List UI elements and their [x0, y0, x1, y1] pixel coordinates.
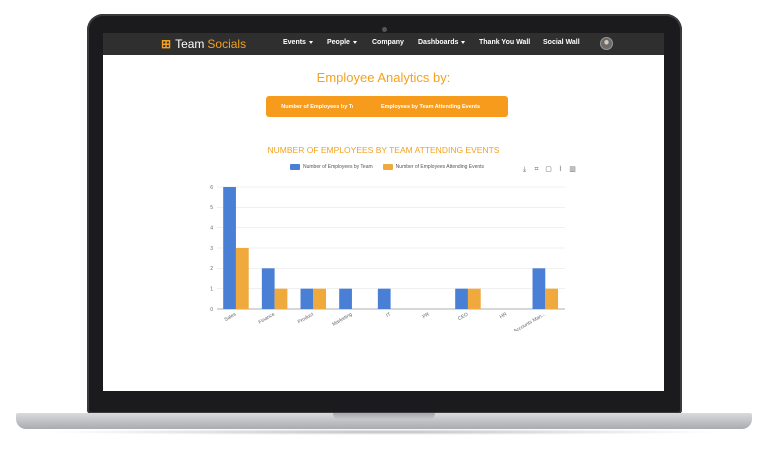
y-tick-label: 6 — [210, 185, 213, 191]
x-tick-label: Finance — [258, 311, 277, 325]
nav-social-wall[interactable]: Social Wall — [543, 39, 580, 46]
bar-attending[interactable] — [313, 288, 327, 309]
bar-team[interactable] — [339, 288, 352, 309]
nav-events[interactable]: Events — [283, 39, 313, 46]
bar-attending[interactable] — [235, 248, 249, 309]
screen: ⊞ Team Socials Events People Company Das… — [103, 33, 664, 391]
bar-team[interactable] — [455, 288, 468, 309]
bar-chart: 0 1 2 3 4 5 6 Sales Finance Product Marketing IT PR C… — [210, 185, 565, 331]
legend-swatch — [290, 164, 300, 170]
top-navbar: ⊞ Team Socials Events People Company Das… — [103, 33, 664, 55]
y-tick-label: 0 — [210, 307, 213, 313]
nav-people[interactable]: People — [327, 39, 357, 46]
restore-icon[interactable]: ▢ — [545, 166, 552, 173]
y-tick-label: 2 — [210, 266, 213, 272]
chevron-down-icon — [352, 40, 357, 44]
employees-attending-button[interactable]: Employees by Team Attending Events — [353, 96, 508, 117]
x-tick-label: CEO — [457, 311, 469, 322]
bar-attending[interactable] — [467, 288, 481, 309]
bar-team[interactable] — [261, 268, 275, 309]
nav-dashboards[interactable]: Dashboards — [418, 39, 466, 46]
camera — [382, 27, 387, 32]
x-tick-label: Accounts Man... — [513, 312, 547, 331]
line-chart-icon[interactable]: ⌇ — [557, 166, 564, 173]
legend-label: Number of Employees by Team — [303, 164, 373, 170]
laptop-mockup: ⊞ Team Socials Events People Company Das… — [0, 0, 768, 461]
nav-thank-you-wall[interactable]: Thank You Wall — [479, 39, 530, 46]
legend-item-team[interactable]: Number of Employees by Team — [290, 164, 373, 170]
x-tick-label: PR — [422, 311, 431, 320]
y-tick-label: 1 — [210, 286, 213, 292]
legend-item-attending[interactable]: Number of Employees Attending Events — [382, 164, 485, 170]
bar-attending[interactable] — [545, 288, 559, 309]
nav-company[interactable]: Company — [372, 39, 404, 46]
chart-toolbox: ⤓ ⌗ ▢ ⌇ ▥ — [521, 166, 576, 173]
brand-secondary: Socials — [207, 37, 247, 51]
bar-team[interactable] — [377, 288, 391, 309]
x-tick-label: HR — [499, 311, 509, 320]
bar-team[interactable] — [223, 187, 236, 309]
bar-team[interactable] — [300, 288, 314, 309]
x-tick-label: Sales — [223, 311, 237, 323]
laptop-shadow — [40, 429, 728, 435]
brand-logo[interactable]: ⊞ Team Socials — [161, 36, 246, 52]
x-tick-label: Marketing — [331, 311, 353, 327]
legend-swatch — [382, 164, 393, 170]
logo-icon: ⊞ — [161, 37, 172, 51]
y-tick-label: 5 — [210, 205, 213, 211]
crop-icon[interactable]: ⌗ — [533, 166, 540, 173]
laptop-notch — [333, 413, 435, 420]
bar-attending[interactable] — [274, 288, 288, 309]
bar-team[interactable] — [532, 268, 546, 309]
chart-legend: Number of Employees by Team Number of Em… — [290, 164, 490, 170]
x-tick-label: IT — [385, 312, 392, 319]
avatar[interactable] — [600, 37, 613, 50]
chevron-down-icon — [461, 40, 466, 44]
brand-primary: Team — [175, 37, 205, 51]
y-tick-label: 3 — [210, 246, 213, 252]
page-title: Employee Analytics by: — [316, 70, 451, 85]
download-icon[interactable]: ⤓ — [521, 166, 528, 173]
bar-chart-icon[interactable]: ▥ — [569, 166, 576, 173]
y-tick-label: 4 — [210, 225, 213, 231]
x-tick-label: Product — [297, 311, 315, 325]
chevron-down-icon — [308, 40, 313, 44]
chart-title: NUMBER OF EMPLOYEES BY TEAM ATTENDING EV… — [267, 145, 500, 155]
legend-label: Number of Employees Attending Events — [395, 164, 485, 170]
